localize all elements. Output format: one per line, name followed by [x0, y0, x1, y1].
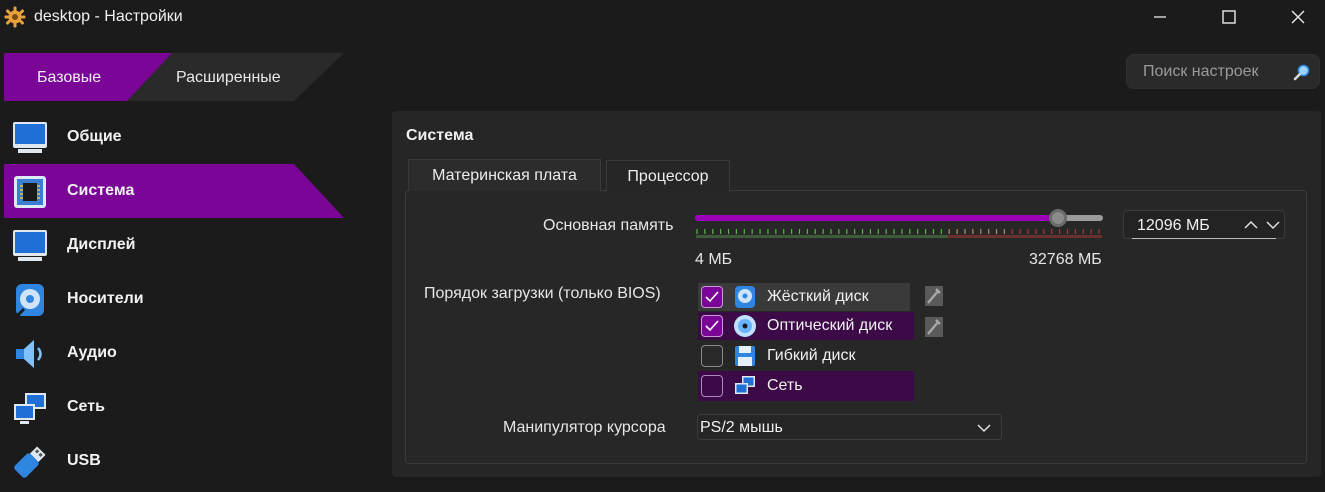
sidebar-item-general[interactable]: Общие: [4, 110, 344, 164]
tab-basic[interactable]: Базовые: [4, 53, 154, 101]
checkbox[interactable]: [701, 315, 723, 337]
tab-basic-label: Базовые: [37, 69, 102, 86]
boot-item-label: Жёсткий диск: [767, 288, 869, 305]
sidebar-item-storage[interactable]: Носители: [4, 272, 344, 326]
checkbox[interactable]: [701, 375, 723, 397]
optical-disc-icon: [734, 315, 756, 337]
storage-disc-icon: [16, 284, 44, 317]
memory-slider-fill: [695, 215, 1058, 221]
tab-motherboard[interactable]: Материнская плата: [408, 159, 601, 191]
boot-item-label: Гибкий диск: [767, 347, 856, 364]
check-icon: [705, 320, 719, 332]
minimize-icon: [1154, 16, 1166, 18]
page-title: Система: [406, 127, 474, 144]
sidebar-item-network[interactable]: Сеть: [4, 380, 344, 434]
close-icon: [1291, 10, 1305, 24]
pointer-select-value: PS/2 мышь: [700, 419, 783, 436]
close-button[interactable]: [1275, 0, 1321, 34]
display-monitor-icon: [13, 230, 47, 261]
search-box: [1126, 54, 1320, 89]
title-bar: desktop - Настройки: [0, 0, 1325, 38]
checkbox[interactable]: [701, 345, 723, 367]
slider-scale-warning: [947, 235, 1102, 238]
sidebar-item-label: Аудио: [67, 344, 117, 361]
selection-highlight: [4, 164, 344, 218]
pointer-select[interactable]: PS/2 мышь: [697, 414, 1002, 440]
memory-max-label: 32768 МБ: [1029, 251, 1102, 268]
tab-label: Материнская плата: [432, 167, 577, 184]
sidebar-item-usb[interactable]: USB: [4, 434, 344, 488]
sidebar-item-label: Носители: [67, 290, 144, 307]
boot-item-network[interactable]: Сеть: [698, 371, 914, 401]
memory-slider-handle[interactable]: [1048, 209, 1067, 227]
boot-item-floppy[interactable]: Гибкий диск: [698, 342, 914, 370]
memory-label: Основная память: [543, 217, 674, 234]
tab-label: Процессор: [627, 168, 709, 185]
boot-item-optical[interactable]: Оптический диск: [698, 312, 914, 340]
checkbox[interactable]: [701, 286, 723, 308]
tab-processor[interactable]: Процессор: [606, 160, 730, 192]
sidebar-item-label: USB: [67, 452, 101, 469]
chevron-up-icon[interactable]: [1242, 215, 1260, 235]
minimize-button[interactable]: [1137, 0, 1183, 34]
memory-spinbox[interactable]: 12096 МБ: [1123, 210, 1285, 239]
search-icon[interactable]: [1293, 63, 1311, 81]
spin-underline: [1132, 238, 1276, 239]
general-monitor-icon: [13, 122, 47, 153]
sidebar-item-system[interactable]: Система: [4, 164, 344, 218]
chip-icon: [14, 176, 46, 208]
search-input[interactable]: [1143, 63, 1293, 81]
chevron-down-icon[interactable]: [976, 421, 992, 435]
hard-disk-icon: [735, 286, 755, 308]
memory-min-label: 4 МБ: [695, 251, 733, 268]
memory-slider-scale: [696, 229, 1102, 238]
tab-advanced-label: Расширенные: [176, 69, 281, 86]
window-title: desktop - Настройки: [34, 8, 183, 25]
maximize-button[interactable]: [1206, 0, 1252, 34]
sidebar-item-label: Система: [67, 182, 135, 199]
wrench-icon: [925, 317, 943, 337]
boot-order-label: Порядок загрузки (только BIOS): [424, 285, 661, 302]
usb-icon: [14, 446, 46, 478]
sidebar-item-display[interactable]: Дисплей: [4, 218, 344, 272]
boot-item-label: Сеть: [767, 377, 803, 394]
boot-item-hdd[interactable]: Жёсткий диск: [698, 283, 910, 311]
speaker-icon: [16, 340, 42, 368]
check-icon: [705, 291, 719, 303]
memory-spin-value[interactable]: 12096 МБ: [1137, 217, 1210, 235]
sidebar-item-label: Дисплей: [67, 236, 136, 253]
floppy-icon: [735, 346, 755, 366]
boot-item-label: Оптический диск: [767, 317, 893, 334]
mode-tabs: Базовые Расширенные: [4, 53, 344, 101]
maximize-icon: [1222, 10, 1236, 24]
chevron-down-icon[interactable]: [1264, 215, 1282, 235]
tab-advanced[interactable]: Расширенные: [154, 53, 324, 101]
gear-icon: [4, 6, 26, 28]
network-icon: [14, 393, 46, 424]
sidebar-item-label: Сеть: [67, 398, 105, 415]
sidebar-item-label: Общие: [67, 128, 122, 145]
network-icon: [735, 376, 755, 394]
pointer-label: Манипулятор курсора: [503, 419, 666, 436]
sidebar-item-audio[interactable]: Аудио: [4, 326, 344, 380]
wrench-icon: [925, 286, 943, 306]
